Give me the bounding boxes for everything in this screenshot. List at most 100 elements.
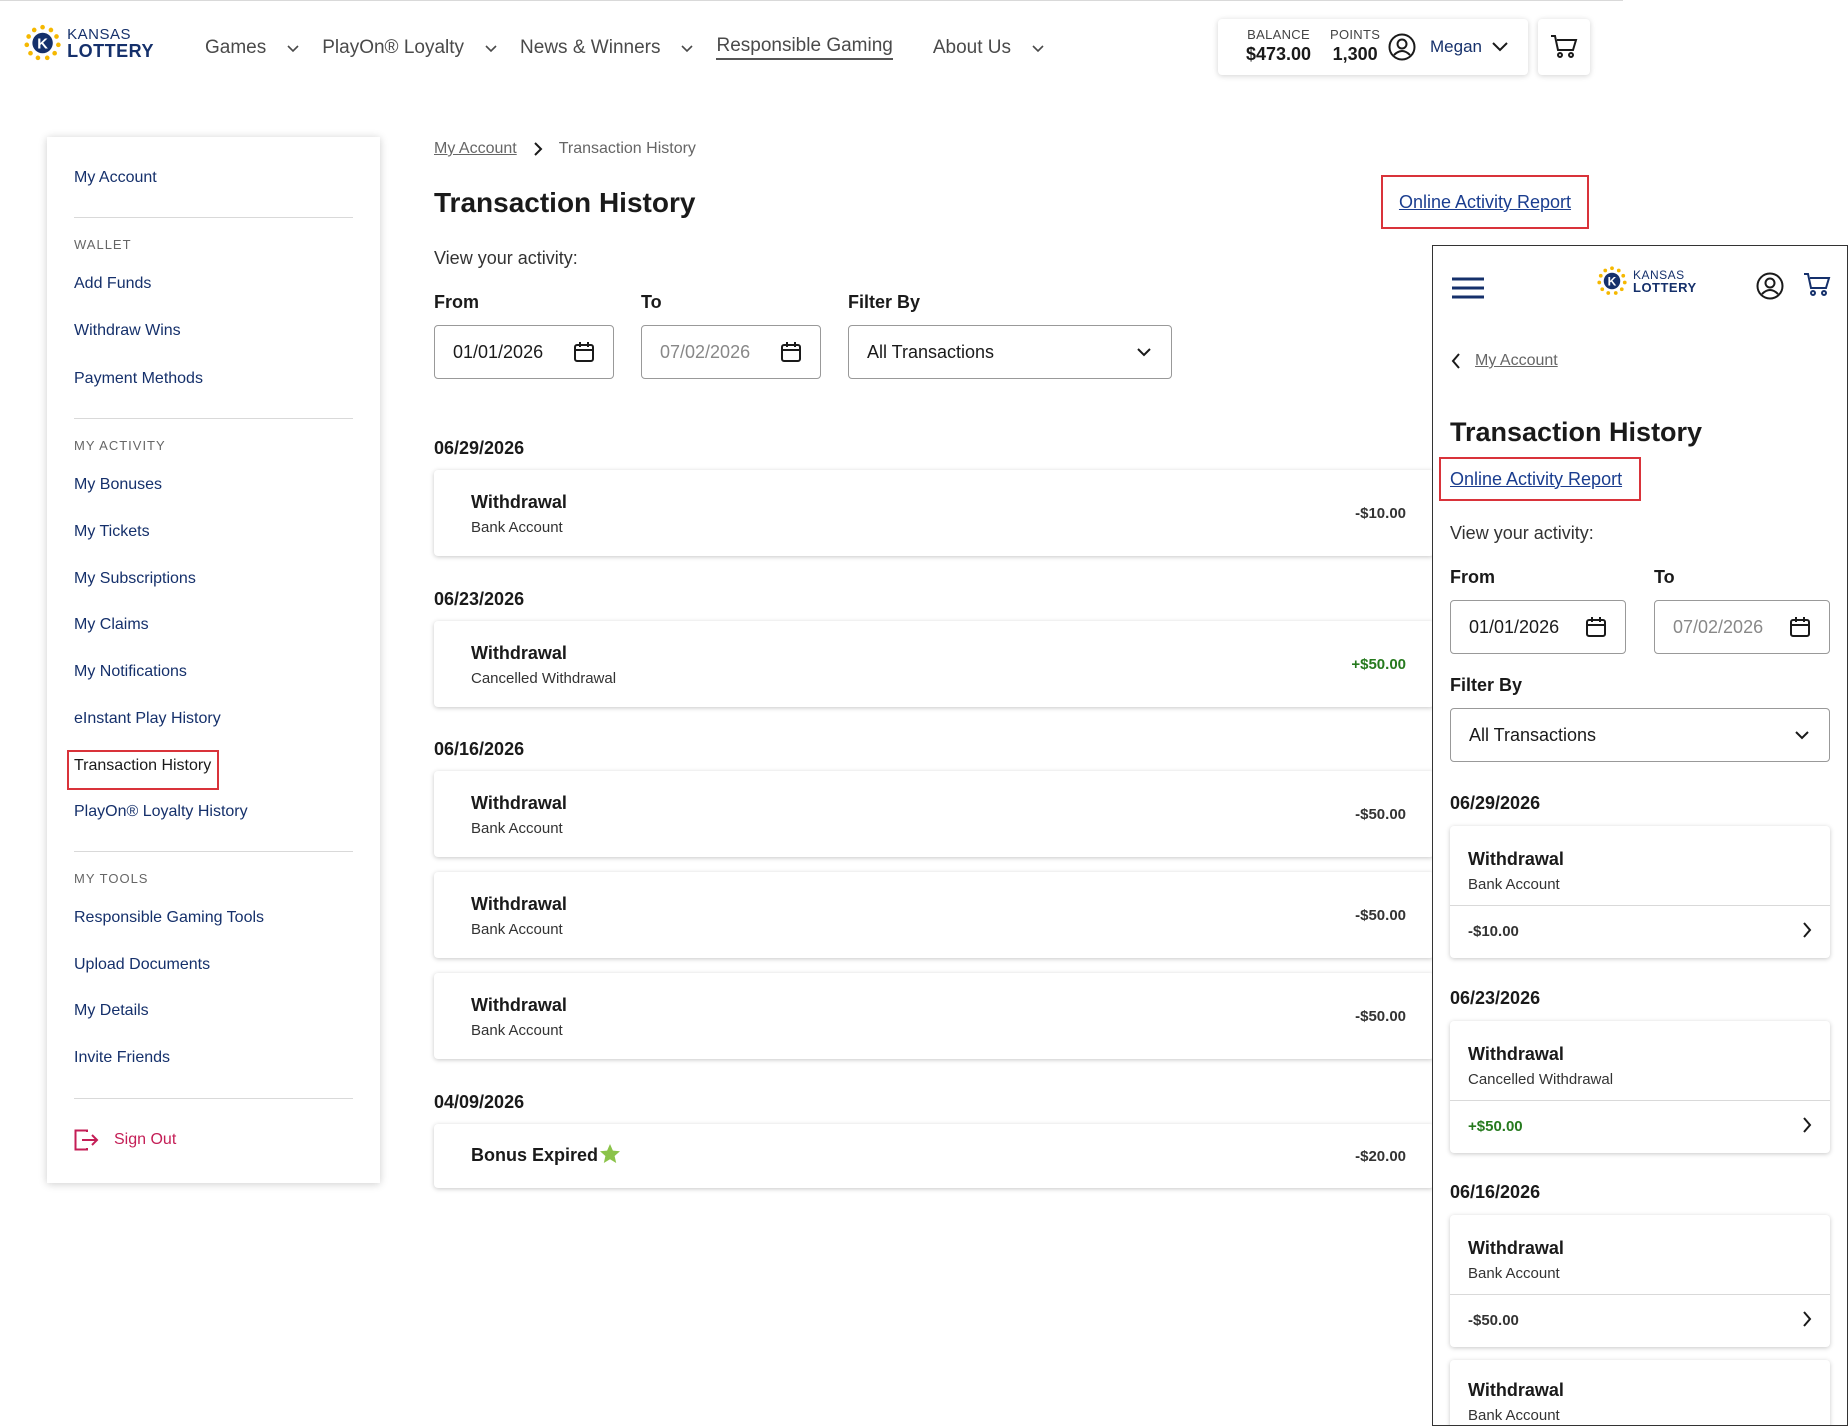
transaction-title: Withdrawal (471, 492, 567, 512)
online-activity-report-link[interactable]: Online Activity Report (1399, 192, 1571, 213)
cart-icon (1551, 35, 1578, 58)
cart-button[interactable] (1538, 19, 1590, 75)
calendar-icon[interactable] (780, 341, 802, 363)
sidebar-item-playon-loyalty-history[interactable]: PlayOn® Loyalty History (74, 803, 248, 821)
mobile-to-date-field[interactable]: 07/02/2026 (1654, 600, 1830, 654)
calendar-icon[interactable] (573, 341, 595, 363)
to-date-field[interactable]: 07/02/2026 (641, 325, 821, 379)
transaction-title: Withdrawal (471, 643, 567, 663)
transaction-card[interactable]: Withdrawal Bank Account -$50.00 (434, 771, 1434, 857)
transaction-amount: -$10.00 (1355, 505, 1406, 522)
transaction-amount: -$50.00 (1355, 907, 1406, 924)
transaction-subtitle: Bank Account (1468, 1407, 1560, 1424)
hamburger-menu-icon[interactable] (1451, 276, 1485, 300)
calendar-icon[interactable] (1585, 616, 1607, 638)
nav-games-label: Games (205, 36, 267, 58)
transaction-subtitle: Cancelled Withdrawal (1468, 1071, 1614, 1088)
mobile-transaction-card[interactable]: Withdrawal Cancelled Withdrawal +$50.00 (1450, 1021, 1830, 1153)
calendar-icon[interactable] (1789, 616, 1811, 638)
card-divider (1450, 1294, 1830, 1295)
sidebar-item-my-details[interactable]: My Details (74, 1002, 149, 1020)
sidebar-item-my-notifications[interactable]: My Notifications (74, 663, 187, 681)
transaction-title: Withdrawal (1468, 1044, 1564, 1064)
mobile-date-heading: 06/23/2026 (1450, 988, 1541, 1008)
transaction-card[interactable]: Withdrawal Bank Account -$50.00 (434, 872, 1434, 958)
kansas-lottery-logo[interactable]: K KANSAS LOTTERY (24, 21, 154, 65)
card-divider (1450, 1100, 1830, 1101)
sidebar-item-withdraw-wins[interactable]: Withdraw Wins (74, 322, 181, 340)
breadcrumb-my-account[interactable]: My Account (434, 140, 517, 158)
nav-responsible-gaming[interactable]: Responsible Gaming (716, 35, 893, 60)
sidebar-item-einstant-play-history[interactable]: eInstant Play History (74, 710, 221, 728)
logo-line-1: KANSAS (67, 25, 132, 43)
sidebar-divider (74, 851, 353, 852)
from-label: From (434, 292, 479, 312)
sign-out-label: Sign Out (114, 1131, 177, 1148)
from-date-field[interactable]: 01/01/2026 (434, 325, 614, 379)
nav-responsible-label: Responsible Gaming (716, 35, 893, 60)
kansas-lottery-logo[interactable]: K KANSAS LOTTERY (1597, 266, 1697, 296)
transaction-title: Withdrawal (1468, 1380, 1564, 1400)
sidebar-heading-my-tools: MY TOOLS (74, 871, 149, 886)
chevron-right-icon[interactable] (1802, 922, 1812, 938)
filter-label: Filter By (848, 292, 921, 312)
logo-emblem-icon: K (1597, 266, 1627, 295)
sidebar-item-my-tickets[interactable]: My Tickets (74, 523, 150, 541)
sidebar-item-my-account[interactable]: My Account (74, 169, 157, 187)
sidebar-item-upload-documents[interactable]: Upload Documents (74, 956, 210, 974)
transaction-card[interactable]: Withdrawal Bank Account -$10.00 (434, 470, 1434, 556)
sidebar-item-transaction-history[interactable]: Transaction History (74, 757, 211, 775)
mobile-transaction-card[interactable]: Withdrawal Bank Account (1450, 1360, 1830, 1425)
nav-playon-loyalty[interactable]: PlayOn® Loyalty (322, 37, 498, 59)
mobile-to-date-value: 07/02/2026 (1673, 616, 1764, 637)
transaction-title: Withdrawal (471, 995, 567, 1015)
transaction-amount: +$50.00 (1468, 1118, 1523, 1135)
chevron-down-icon[interactable] (1490, 37, 1510, 57)
mobile-filter-select[interactable]: All Transactions (1450, 708, 1830, 762)
date-heading: 06/16/2026 (434, 739, 525, 759)
from-date-value: 01/01/2026 (453, 341, 544, 362)
cart-icon[interactable] (1803, 272, 1831, 298)
transaction-title: Withdrawal (471, 894, 567, 914)
sidebar-item-payment-methods[interactable]: Payment Methods (74, 370, 203, 388)
mobile-transaction-card[interactable]: Withdrawal Bank Account -$10.00 (1450, 826, 1830, 958)
mobile-online-activity-report-link[interactable]: Online Activity Report (1450, 469, 1622, 490)
sidebar-heading-my-activity: MY ACTIVITY (74, 438, 166, 453)
sidebar-item-invite-friends[interactable]: Invite Friends (74, 1049, 170, 1067)
user-name[interactable]: Megan (1430, 37, 1482, 57)
sidebar-item-responsible-gaming-tools[interactable]: Responsible Gaming Tools (74, 909, 264, 927)
sidebar-item-my-subscriptions[interactable]: My Subscriptions (74, 570, 196, 588)
user-account-icon[interactable] (1756, 272, 1784, 300)
chevron-down-icon (1137, 348, 1151, 357)
sign-out-button[interactable]: Sign Out (74, 1129, 176, 1151)
main-nav: Games PlayOn® Loyalty News & Winners Res… (205, 35, 1067, 60)
chevron-right-icon[interactable] (1802, 1117, 1812, 1133)
nav-about-us[interactable]: About Us (933, 37, 1045, 59)
sidebar-item-add-funds[interactable]: Add Funds (74, 275, 151, 293)
svg-text:K: K (37, 37, 48, 53)
transaction-title: Withdrawal (1468, 1238, 1564, 1258)
chevron-left-icon (1451, 353, 1460, 369)
chevron-down-icon (1795, 731, 1809, 740)
chevron-right-icon (533, 142, 543, 156)
nav-about-label: About Us (932, 36, 1011, 58)
transaction-card[interactable]: Withdrawal Bank Account -$50.00 (434, 973, 1434, 1059)
nav-news-winners[interactable]: News & Winners (520, 37, 694, 59)
mobile-transaction-card[interactable]: Withdrawal Bank Account -$50.00 (1450, 1215, 1830, 1347)
transaction-card[interactable]: Bonus Expired -$20.00 (434, 1124, 1434, 1188)
user-account-icon[interactable] (1388, 33, 1416, 61)
transaction-subtitle: Bank Account (471, 921, 563, 938)
mobile-back-link[interactable]: My Account (1451, 352, 1558, 370)
to-date-value: 07/02/2026 (660, 341, 751, 362)
mobile-from-date-field[interactable]: 01/01/2026 (1450, 600, 1626, 654)
chevron-down-icon (485, 44, 497, 52)
transaction-card[interactable]: Withdrawal Cancelled Withdrawal +$50.00 (434, 621, 1434, 707)
filter-select[interactable]: All Transactions (848, 325, 1172, 379)
sidebar-divider (74, 217, 353, 218)
nav-games[interactable]: Games (205, 37, 300, 59)
transaction-subtitle: Bank Account (1468, 876, 1560, 893)
chevron-right-icon[interactable] (1802, 1311, 1812, 1327)
site-header: K KANSAS LOTTERY Games PlayOn® Loyalty N… (0, 1, 1623, 93)
sidebar-item-my-bonuses[interactable]: My Bonuses (74, 476, 162, 494)
sidebar-item-my-claims[interactable]: My Claims (74, 616, 149, 634)
